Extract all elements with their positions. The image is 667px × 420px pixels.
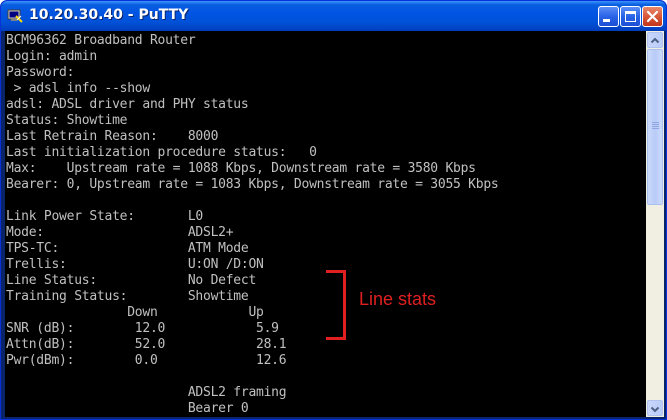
terminal-line: Status: Showtime [6, 113, 128, 128]
terminal-line: Login: admin [6, 49, 97, 64]
terminal-line: Last Retrain Reason: 8000 [6, 129, 219, 144]
close-button[interactable] [642, 6, 663, 27]
terminal-line: Trellis: U:ON /D:ON [6, 257, 264, 272]
chevron-up-icon [650, 37, 660, 44]
minimize-icon [603, 19, 610, 22]
terminal-line: TPS-TC: ATM Mode [6, 241, 249, 256]
terminal-line: Bearer 0 [6, 401, 249, 416]
terminal-line: Link Power State: L0 [6, 209, 203, 224]
maximize-icon [625, 11, 636, 22]
line-stats-annotation: Line stats [359, 289, 437, 309]
chevron-down-icon [650, 406, 660, 413]
putty-app-icon[interactable] [7, 8, 23, 24]
title-bar[interactable]: 10.20.30.40 - PuTTY [1, 1, 666, 31]
maximize-button[interactable] [620, 6, 641, 27]
terminal-line: SNR (dB): 12.0 5.9 [6, 321, 279, 336]
terminal-line: BCM96362 Broadband Router [6, 33, 196, 48]
scroll-down-button[interactable] [647, 400, 663, 416]
terminal-screen[interactable]: BCM96362 Broadband Router Login: admin Pas… [5, 31, 646, 417]
terminal-line: ADSL2 framing [6, 385, 287, 400]
terminal-line: Password: [6, 65, 75, 80]
terminal-line: adsl: ADSL driver and PHY status [6, 97, 249, 112]
terminal-line: Pwr(dBm): 0.0 12.6 [6, 353, 287, 368]
scroll-thumb[interactable] [647, 49, 663, 205]
line-stats-bracket [326, 270, 346, 340]
terminal-line: Training Status: Showtime [6, 289, 249, 304]
putty-window: 10.20.30.40 - PuTTY BCM96362 Broadband R… [0, 0, 667, 420]
vertical-scrollbar[interactable] [646, 31, 664, 417]
terminal-line: > adsl info --show [6, 81, 151, 96]
terminal-line: Line Status: No Defect [6, 273, 257, 288]
window-title: 10.20.30.40 - PuTTY [29, 7, 189, 23]
minimize-button[interactable] [598, 6, 619, 27]
terminal-line: Max: Upstream rate = 1088 Kbps, Downstre… [6, 161, 476, 176]
terminal-line: Mode: ADSL2+ [6, 225, 234, 240]
terminal-line: Attn(dB): 52.0 28.1 [6, 337, 287, 352]
close-icon [646, 10, 659, 23]
client-area: BCM96362 Broadband Router Login: admin Pas… [5, 31, 664, 417]
terminal-line: Bearer: 0, Upstream rate = 1083 Kbps, Do… [6, 177, 499, 192]
terminal-line: Last initialization procedure status: 0 [6, 145, 317, 160]
scroll-up-button[interactable] [647, 32, 663, 48]
terminal-line: Down Up [6, 305, 264, 320]
